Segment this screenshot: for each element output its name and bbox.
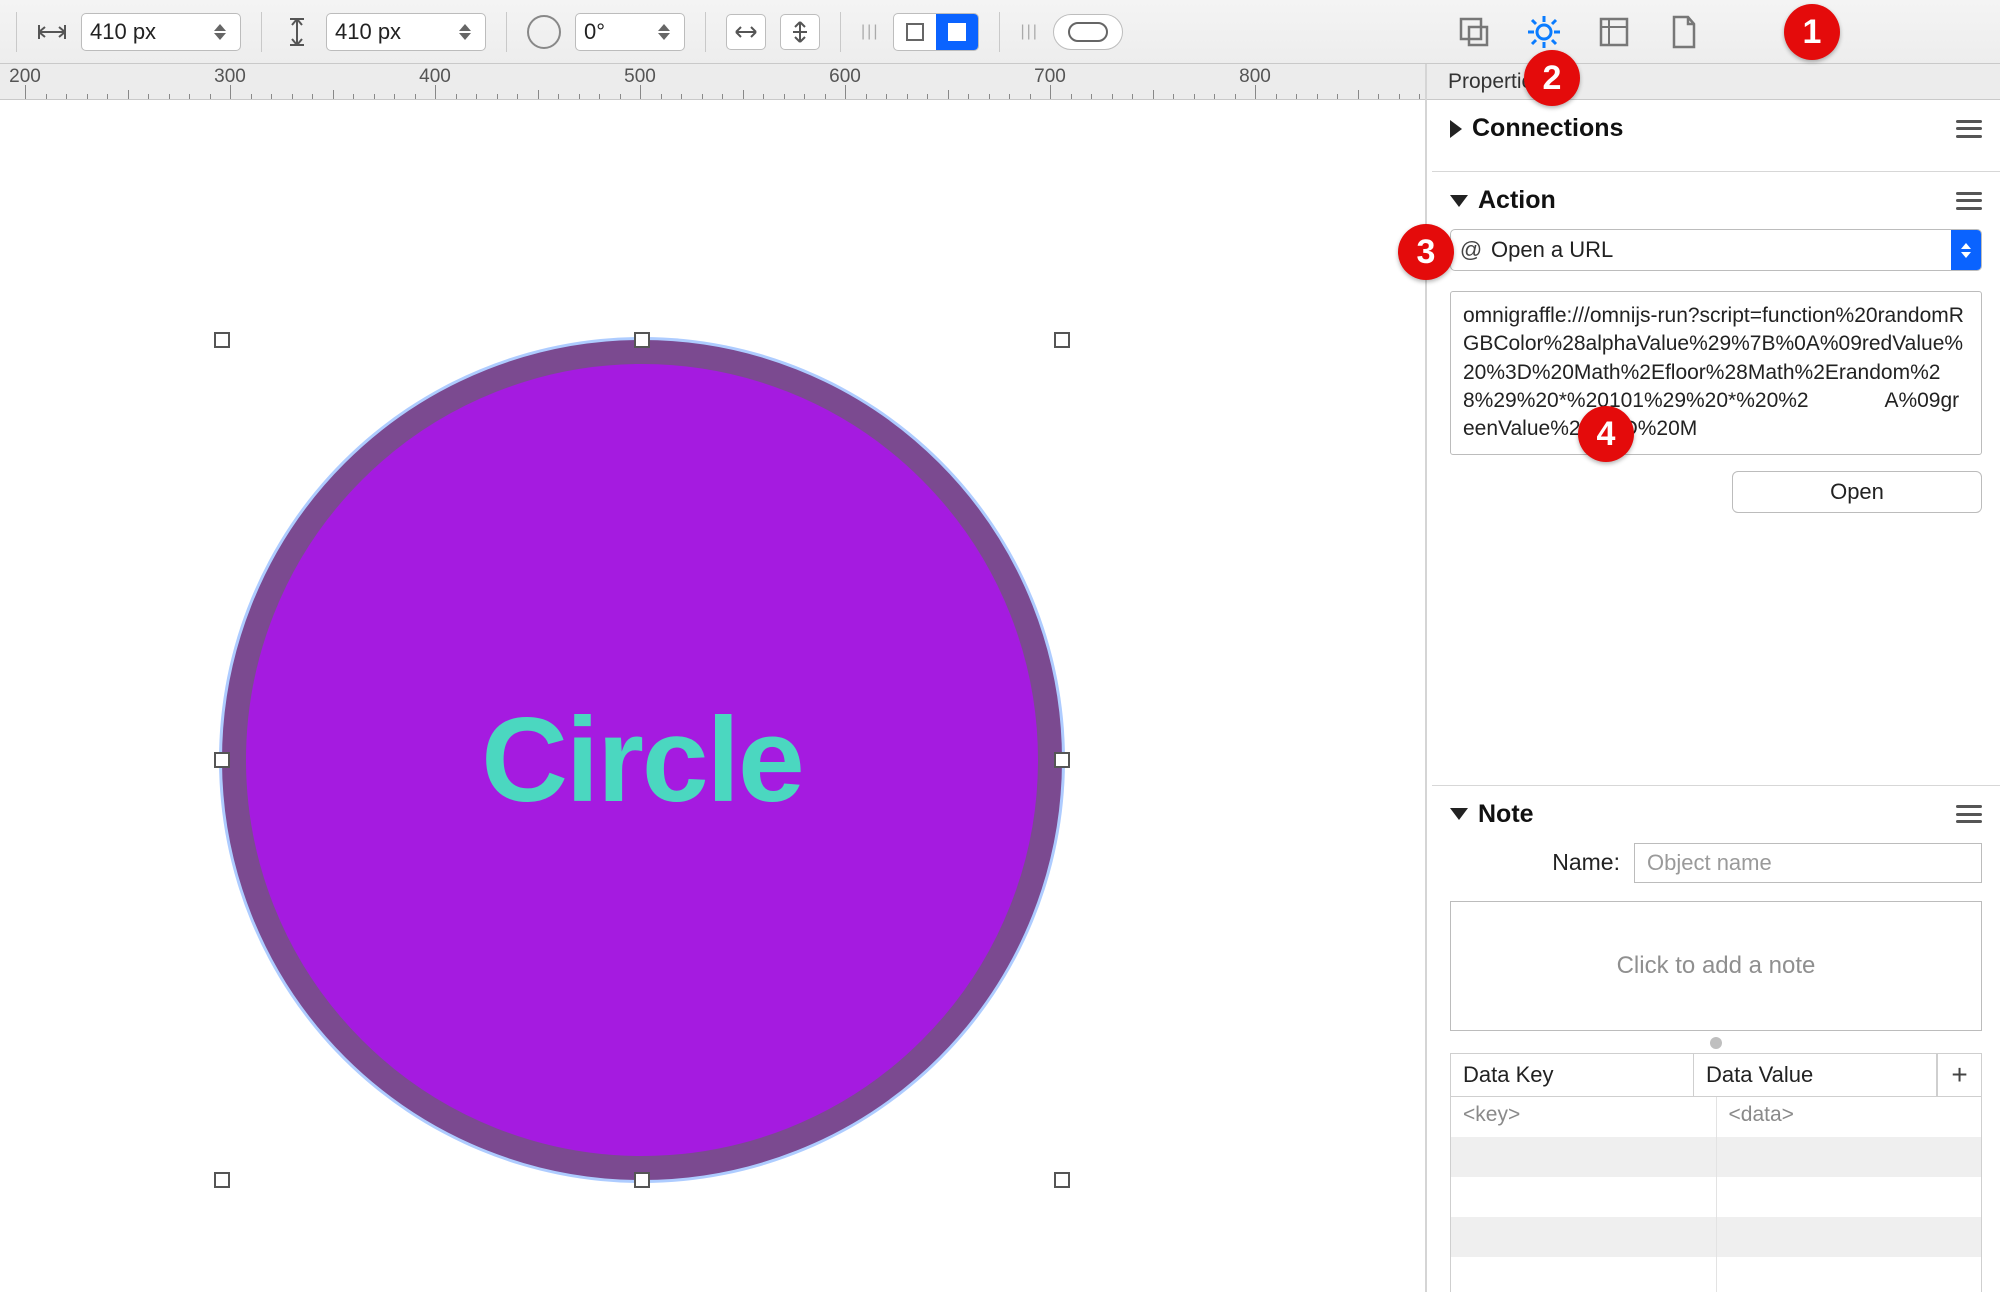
separator <box>705 12 706 52</box>
separator <box>506 12 507 52</box>
action-type-select[interactable]: @ Open a URL <box>1450 229 1982 271</box>
panel-menu-icon[interactable] <box>1956 805 1982 823</box>
ruler-label: 600 <box>829 66 861 88</box>
table-row[interactable] <box>1451 1137 1981 1177</box>
object-name-input[interactable] <box>1634 843 1982 883</box>
ruler-label: 200 <box>9 66 41 88</box>
action-title: Action <box>1478 186 1556 215</box>
note-textarea[interactable]: Click to add a note <box>1450 901 1982 1031</box>
ruler-label: 800 <box>1239 66 1271 88</box>
shape-text: Circle <box>481 691 803 829</box>
height-input[interactable]: 410 px <box>326 13 486 51</box>
selection-handle[interactable] <box>214 332 230 348</box>
fill-mode-solid[interactable] <box>936 14 978 50</box>
fill-mode-none[interactable] <box>894 14 936 50</box>
action-type-label: Open a URL <box>1491 237 1951 263</box>
action-toggle[interactable]: Action <box>1450 186 1556 215</box>
separator <box>840 12 841 52</box>
tab-object[interactable] <box>1452 10 1496 54</box>
separator <box>261 12 262 52</box>
panel-note: Note Name: Click to add a note Data Key … <box>1432 786 2000 1292</box>
separator <box>16 12 17 52</box>
grip-icon: ||| <box>1020 23 1038 41</box>
inspector-splitter[interactable] <box>1420 0 1432 1292</box>
panel-connections: Connections <box>1432 100 2000 172</box>
inspector-header: Properties <box>1432 64 2000 100</box>
circle-shape[interactable]: Circle <box>222 340 1062 1180</box>
height-stepper[interactable] <box>459 16 477 48</box>
at-icon: @ <box>1451 237 1491 263</box>
open-button[interactable]: Open <box>1732 471 1982 513</box>
table-row[interactable] <box>1451 1217 1981 1257</box>
kv-header-key[interactable]: Data Key <box>1451 1054 1694 1096</box>
action-url-field[interactable]: omnigraffle:///omnijs-run?script=functio… <box>1450 291 1982 455</box>
note-toggle[interactable]: Note <box>1450 800 1534 829</box>
open-button-label: Open <box>1830 479 1884 505</box>
width-value: 410 px <box>90 19 214 45</box>
select-arrows-icon <box>1951 230 1981 270</box>
name-label: Name: <box>1450 849 1620 876</box>
ruler-label: 500 <box>624 66 656 88</box>
kv-add-button[interactable]: + <box>1937 1054 1981 1096</box>
panel-menu-icon[interactable] <box>1956 192 1982 210</box>
width-icon <box>37 17 67 47</box>
tab-properties[interactable] <box>1522 10 1566 54</box>
connections-toggle[interactable]: Connections <box>1450 114 1623 143</box>
ruler-label: 400 <box>419 66 451 88</box>
panel-action: Action @ Open a URL omnigraffle:///omnij… <box>1432 172 2000 786</box>
separator <box>999 12 1000 52</box>
callout-badge-3: 3 <box>1398 224 1454 280</box>
callout-badge-1: 1 <box>1784 4 1840 60</box>
height-icon <box>282 17 312 47</box>
flip-horizontal-button[interactable] <box>726 14 766 50</box>
disclosure-open-icon <box>1450 195 1468 207</box>
table-row[interactable]: <key> <data> <box>1451 1097 1981 1137</box>
flip-vertical-button[interactable] <box>780 14 820 50</box>
ruler-label: 300 <box>214 66 246 88</box>
grip-icon: ||| <box>861 23 879 41</box>
inspector-panel: Properties Connections Action @ Open a U… <box>1432 0 2000 1292</box>
canvas-area[interactable]: Circle <box>0 100 1420 1292</box>
rotation-input[interactable]: 0° <box>575 13 685 51</box>
kv-header-value[interactable]: Data Value <box>1694 1054 1937 1096</box>
kv-value-cell[interactable]: <data> <box>1717 1097 1982 1137</box>
selection-handle[interactable] <box>1054 1172 1070 1188</box>
tab-canvas[interactable] <box>1592 10 1636 54</box>
disclosure-open-icon <box>1450 808 1468 820</box>
kv-key-cell[interactable]: <key> <box>1451 1097 1717 1137</box>
table-row[interactable] <box>1451 1257 1981 1292</box>
width-stepper[interactable] <box>214 16 232 48</box>
inspector-tabs <box>1432 0 2000 64</box>
note-placeholder: Click to add a note <box>1617 952 1816 980</box>
tab-document[interactable] <box>1662 10 1706 54</box>
disclosure-closed-icon <box>1450 120 1462 138</box>
callout-badge-4: 4 <box>1578 406 1634 462</box>
callout-badge-2: 2 <box>1524 50 1580 106</box>
rotation-stepper[interactable] <box>658 16 676 48</box>
ruler-label: 700 <box>1034 66 1066 88</box>
table-row[interactable] <box>1451 1177 1981 1217</box>
rotation-icon[interactable] <box>527 15 561 49</box>
data-kv-table: Data Key Data Value + <key> <data> <box>1450 1053 1982 1292</box>
selection-handle[interactable] <box>214 1172 230 1188</box>
oval-icon <box>1068 22 1108 42</box>
note-title: Note <box>1478 800 1534 829</box>
height-value: 410 px <box>335 19 459 45</box>
width-input[interactable]: 410 px <box>81 13 241 51</box>
connections-title: Connections <box>1472 114 1623 143</box>
shape-picker-button[interactable] <box>1053 14 1123 50</box>
fill-mode-segment[interactable] <box>893 13 979 51</box>
panel-menu-icon[interactable] <box>1956 120 1982 138</box>
resize-dot-icon[interactable] <box>1710 1037 1722 1049</box>
selection-handle[interactable] <box>1054 332 1070 348</box>
rotation-value: 0° <box>584 19 658 45</box>
